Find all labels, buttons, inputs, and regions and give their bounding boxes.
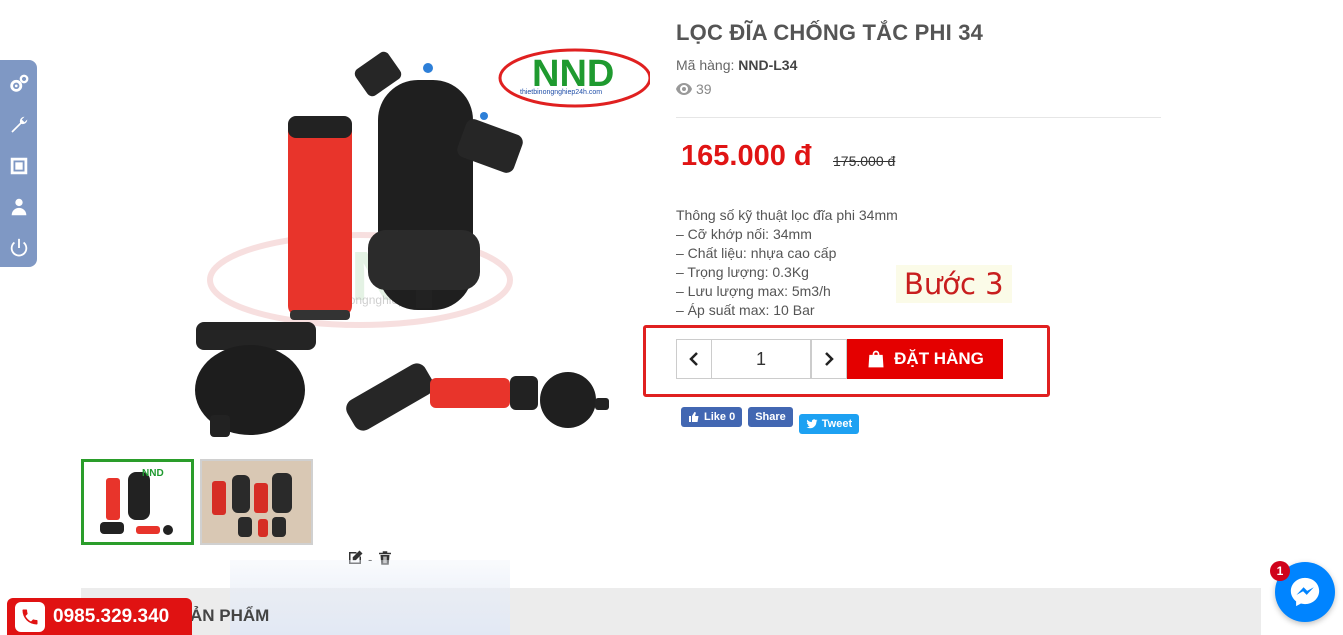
spec-line: – Cỡ khớp nối: 34mm xyxy=(676,226,812,242)
product-main-image[interactable]: NND thietbinongnghiep24h.com NND thietbi… xyxy=(180,20,652,450)
order-button[interactable]: ĐẶT HÀNG xyxy=(847,339,1003,379)
facebook-share-button[interactable]: Share xyxy=(748,407,793,427)
sku-value: NND-L34 xyxy=(738,57,798,73)
social-buttons: Like 0 Share Tweet xyxy=(681,407,860,434)
layout-icon[interactable] xyxy=(6,150,32,181)
tweet-button[interactable]: Tweet xyxy=(798,414,860,434)
twitter-bird-icon xyxy=(806,419,818,429)
quantity-input[interactable] xyxy=(711,339,811,379)
sku-label: Mã hàng: xyxy=(676,57,739,73)
product-title: LỌC ĐĨA CHỐNG TẮC PHI 34 xyxy=(676,20,984,45)
product-specs: Thông số kỹ thuật lọc đĩa phi 34mm – Cỡ … xyxy=(676,206,898,320)
spec-line: – Chất liệu: nhựa cao cấp xyxy=(676,245,837,261)
share-label: Share xyxy=(755,411,786,423)
spec-line: – Lưu lượng max: 5m3/h xyxy=(676,283,831,299)
hotline-number: 0985.329.340 xyxy=(53,605,170,627)
eye-icon xyxy=(676,83,692,95)
step-annotation: Bước 3 xyxy=(896,265,1012,303)
spec-line: – Trọng lượng: 0.3Kg xyxy=(676,264,809,280)
quantity-increase-button[interactable] xyxy=(811,339,847,379)
brand-logo-site: thietbinongnghiep24h.com xyxy=(520,89,602,96)
facebook-like-button[interactable]: Like 0 xyxy=(681,407,743,427)
product-sku: Mã hàng: NND-L34 xyxy=(676,57,797,73)
admin-toolbar xyxy=(0,60,37,267)
background-overlay xyxy=(230,560,510,635)
svg-text:NND: NND xyxy=(142,468,164,479)
section-title: ẢN PHẨM xyxy=(190,606,270,625)
thumbnail-2[interactable] xyxy=(200,459,313,545)
quantity-decrease-button[interactable] xyxy=(676,339,712,379)
chevron-left-icon xyxy=(689,352,698,366)
thumbnail-list: NND xyxy=(81,459,313,545)
chevron-right-icon xyxy=(825,352,834,366)
gears-icon[interactable] xyxy=(6,68,32,99)
spec-line: – Áp suất max: 10 Bar xyxy=(676,302,815,318)
phone-icon xyxy=(15,601,45,632)
order-button-label: ĐẶT HÀNG xyxy=(894,349,984,368)
view-count-value: 39 xyxy=(696,81,712,97)
like-label: Like 0 xyxy=(704,411,736,423)
spec-line: Thông số kỹ thuật lọc đĩa phi 34mm xyxy=(676,207,898,223)
messenger-icon xyxy=(1290,577,1320,607)
view-count: 39 xyxy=(676,81,712,97)
hotline-button[interactable]: 0985.329.340 xyxy=(7,598,192,635)
thumbs-up-icon xyxy=(689,412,699,422)
power-icon[interactable] xyxy=(6,232,32,263)
product-price: 165.000 đ xyxy=(681,140,812,172)
wrench-icon[interactable] xyxy=(6,109,32,140)
product-page: NND thietbinongnghiep24h.com NND thietbi… xyxy=(0,0,1343,635)
messenger-badge: 1 xyxy=(1270,561,1290,581)
shopping-bag-icon xyxy=(868,350,884,368)
info-divider xyxy=(676,117,1161,118)
user-icon[interactable] xyxy=(6,191,32,222)
product-old-price: 175.000 đ xyxy=(833,153,896,169)
thumbnail-1[interactable]: NND xyxy=(81,459,194,545)
tweet-label: Tweet xyxy=(821,418,853,430)
